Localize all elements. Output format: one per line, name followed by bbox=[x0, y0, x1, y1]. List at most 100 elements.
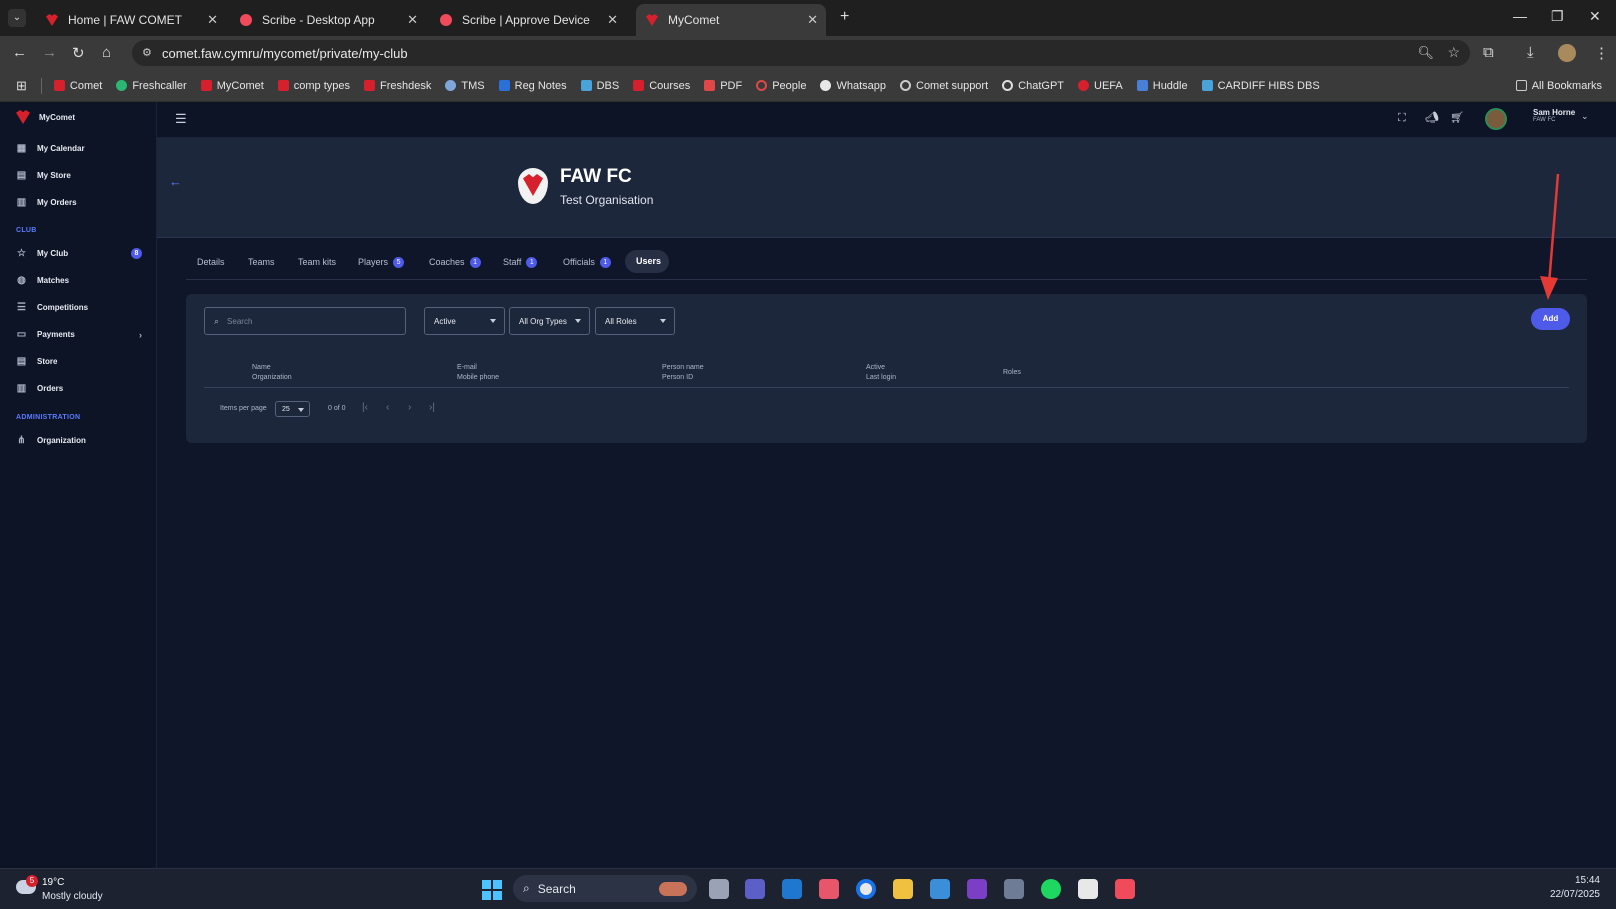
first-page-icon[interactable]: |‹ bbox=[362, 402, 368, 413]
bookmark-uefa[interactable]: UEFA bbox=[1078, 80, 1123, 92]
sidebar-item-competitions[interactable]: ☰ Competitions bbox=[16, 302, 88, 313]
add-button[interactable]: Add bbox=[1531, 308, 1570, 330]
tab-staff[interactable]: Staff 1 bbox=[503, 256, 538, 268]
store-app-icon[interactable] bbox=[1078, 879, 1098, 899]
bookmark-people[interactable]: People bbox=[756, 80, 806, 92]
sidebar-item-my-calendar[interactable]: ▦ My Calendar bbox=[16, 143, 85, 154]
sidebar-item-orders[interactable]: ▥ Orders bbox=[16, 383, 63, 394]
brand[interactable]: MyComet bbox=[16, 110, 75, 124]
sidebar-item-my-store[interactable]: ▤ My Store bbox=[16, 170, 71, 181]
browser-tab-mycomet[interactable]: MyComet ✕ bbox=[636, 4, 826, 36]
restore-icon[interactable]: ❐ bbox=[1551, 8, 1564, 25]
user-menu[interactable]: Sam Horne FAW FC bbox=[1533, 108, 1575, 123]
snipping-tool-icon[interactable] bbox=[1004, 879, 1024, 899]
minimize-icon[interactable]: — bbox=[1513, 8, 1527, 24]
notifications-icon[interactable]: 📣︎ bbox=[1425, 111, 1439, 124]
tab-details[interactable]: Details bbox=[197, 256, 225, 268]
close-tab-icon[interactable]: ✕ bbox=[207, 12, 218, 28]
downloads-icon[interactable]: ⤓ bbox=[1527, 44, 1534, 61]
bookmark-freshcaller[interactable]: Freshcaller bbox=[116, 80, 187, 92]
bookmark-mycomet[interactable]: MyComet bbox=[200, 80, 264, 92]
zoom-icon[interactable]: 🔍︎ bbox=[1417, 45, 1434, 61]
last-page-icon[interactable]: ›| bbox=[429, 402, 435, 413]
back-icon[interactable]: ← bbox=[12, 44, 27, 61]
tab-team-kits[interactable]: Team kits bbox=[298, 256, 336, 268]
cart-icon[interactable]: 🛒︎ bbox=[1450, 111, 1464, 124]
outlook-icon[interactable] bbox=[782, 879, 802, 899]
taskbar-search[interactable]: ⌕ Search bbox=[513, 875, 697, 902]
bookmark-whatsapp[interactable]: Whatsapp bbox=[820, 80, 886, 92]
hamburger-menu-icon[interactable]: ☰ bbox=[175, 111, 187, 127]
bookmark-huddle[interactable]: Huddle bbox=[1136, 80, 1188, 92]
reload-icon[interactable]: ↻ bbox=[72, 44, 85, 62]
fullscreen-icon[interactable]: ⛶ bbox=[1398, 112, 1406, 125]
column-header-person[interactable]: Person name Person ID bbox=[662, 363, 704, 383]
column-header-name[interactable]: Name Organization bbox=[252, 363, 292, 383]
bookmark-freshdesk[interactable]: Freshdesk bbox=[364, 80, 431, 92]
notepad-icon[interactable] bbox=[930, 879, 950, 899]
close-tab-icon[interactable]: ✕ bbox=[607, 12, 618, 28]
bookmark-courses[interactable]: Courses bbox=[633, 80, 690, 92]
status-select[interactable]: Active bbox=[424, 307, 505, 335]
back-arrow-icon[interactable]: ← bbox=[169, 174, 182, 189]
sidebar-item-organization[interactable]: ⋔ Organization bbox=[16, 435, 86, 446]
tab-users[interactable]: Users bbox=[625, 250, 669, 273]
profile-avatar[interactable] bbox=[1558, 44, 1576, 62]
tab-coaches[interactable]: Coaches 1 bbox=[429, 256, 481, 268]
bookmark-star-icon[interactable]: ☆ bbox=[1447, 44, 1460, 61]
app-icon[interactable] bbox=[819, 879, 839, 899]
sidebar-item-store[interactable]: ▤ Store bbox=[16, 356, 58, 367]
browser-tab-scribe-desktop[interactable]: Scribe - Desktop App ✕ bbox=[230, 4, 426, 36]
browser-tab-home-faw-comet[interactable]: Home | FAW COMET ✕ bbox=[36, 4, 226, 36]
browser-tab-scribe-approve[interactable]: Scribe | Approve Device ✕ bbox=[430, 4, 626, 36]
home-icon[interactable]: ⌂ bbox=[102, 44, 111, 61]
tab-list-chevron-icon[interactable]: ⌄ bbox=[8, 9, 26, 27]
bookmark-reg-notes[interactable]: Reg Notes bbox=[498, 80, 567, 92]
forward-icon[interactable]: → bbox=[42, 44, 57, 61]
sidebar-item-payments[interactable]: ▭ Payments › bbox=[16, 329, 142, 340]
new-tab-icon[interactable]: + bbox=[840, 8, 849, 26]
close-tab-icon[interactable]: ✕ bbox=[807, 12, 818, 28]
extensions-icon[interactable]: ⧉ bbox=[1483, 44, 1494, 61]
bookmark-comet-support[interactable]: Comet support bbox=[900, 80, 988, 92]
sidebar-item-my-orders[interactable]: ▥ My Orders bbox=[16, 197, 77, 208]
bookmark-comp-types[interactable]: comp types bbox=[277, 80, 350, 92]
onenote-icon[interactable] bbox=[967, 879, 987, 899]
column-header-active[interactable]: Active Last login bbox=[866, 363, 896, 383]
task-view-icon[interactable] bbox=[709, 879, 729, 899]
bookmark-comet[interactable]: Comet bbox=[53, 80, 102, 92]
clock[interactable]: 15:44 22/07/2025 bbox=[1550, 875, 1600, 900]
column-header-roles[interactable]: Roles bbox=[1003, 368, 1021, 378]
bookmark-pdf[interactable]: PDF bbox=[704, 80, 742, 92]
windows-start-icon[interactable] bbox=[482, 880, 502, 900]
column-header-email[interactable]: E-mail Mobile phone bbox=[457, 363, 499, 383]
org-types-select[interactable]: All Org Types bbox=[509, 307, 590, 335]
search-input[interactable]: ⌕ Search bbox=[204, 307, 406, 335]
sidebar-item-my-club[interactable]: ☆ My Club 8 bbox=[16, 248, 142, 259]
chevron-down-icon[interactable]: ⌄ bbox=[1581, 111, 1589, 122]
page-size-select[interactable]: 25 bbox=[275, 401, 310, 417]
bookmark-cardiff-hibs-dbs[interactable]: CARDIFF HIBS DBS bbox=[1201, 80, 1320, 92]
close-tab-icon[interactable]: ✕ bbox=[407, 12, 418, 28]
next-page-icon[interactable]: › bbox=[408, 402, 411, 413]
teams-icon[interactable] bbox=[745, 879, 765, 899]
scribe-icon[interactable] bbox=[1115, 879, 1135, 899]
spotify-icon[interactable] bbox=[1041, 879, 1061, 899]
apps-grid-icon[interactable]: ⊞ bbox=[16, 78, 27, 94]
tab-teams[interactable]: Teams bbox=[248, 256, 275, 268]
site-info-icon[interactable]: ⚙ bbox=[142, 46, 152, 59]
chrome-icon[interactable] bbox=[856, 879, 876, 899]
address-bar[interactable]: ⚙ comet.faw.cymru/mycomet/private/my-clu… bbox=[132, 40, 1470, 66]
previous-page-icon[interactable]: ‹ bbox=[386, 402, 389, 413]
menu-kebab-icon[interactable]: ⋮ bbox=[1594, 44, 1609, 62]
user-avatar[interactable] bbox=[1485, 108, 1507, 130]
close-window-icon[interactable]: ✕ bbox=[1589, 8, 1601, 25]
bookmark-chatgpt[interactable]: ChatGPT bbox=[1002, 80, 1064, 92]
tab-officials[interactable]: Officials 1 bbox=[563, 256, 611, 268]
tab-players[interactable]: Players 5 bbox=[358, 256, 405, 268]
all-bookmarks[interactable]: All Bookmarks bbox=[1515, 80, 1602, 92]
roles-select[interactable]: All Roles bbox=[595, 307, 675, 335]
bookmark-dbs[interactable]: DBS bbox=[580, 80, 619, 92]
sidebar-item-matches[interactable]: ◍ Matches bbox=[16, 275, 69, 286]
bookmark-tms[interactable]: TMS bbox=[445, 80, 485, 92]
